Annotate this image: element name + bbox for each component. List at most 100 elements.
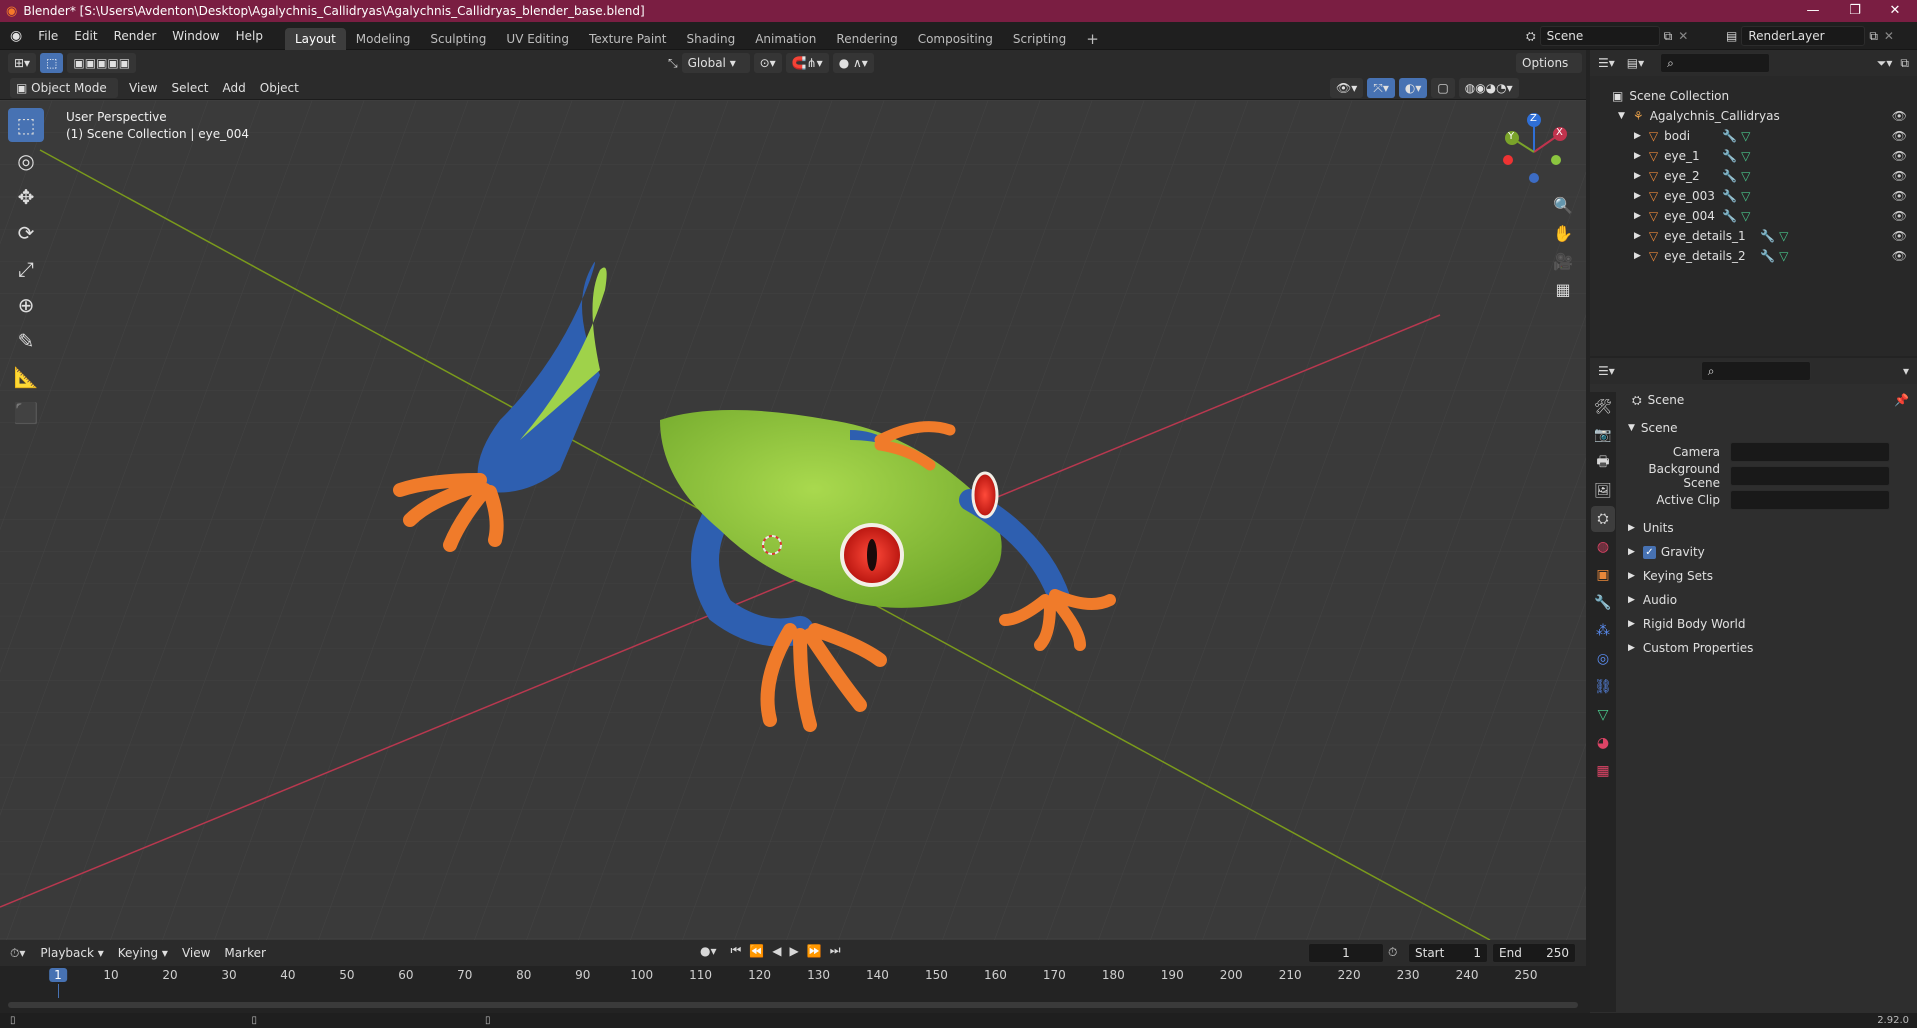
timeline-menu-marker[interactable]: Marker: [217, 941, 272, 965]
tab-shading[interactable]: Shading: [676, 28, 745, 50]
transform-orientation-select[interactable]: Global ▾: [681, 53, 750, 73]
prop-field-input[interactable]: [1730, 466, 1890, 486]
visibility-eye-icon[interactable]: 👁: [1892, 249, 1907, 263]
scene-name-field[interactable]: Scene: [1539, 26, 1660, 46]
pin-icon[interactable]: 📌: [1894, 393, 1909, 407]
annotate-tool-icon[interactable]: ✎: [8, 324, 44, 358]
tab-modeling[interactable]: Modeling: [346, 28, 421, 50]
select-box-icon[interactable]: ⬚: [40, 53, 64, 73]
modifier-icon[interactable]: 🔧: [1760, 249, 1775, 263]
record-icon[interactable]: ●▾: [700, 944, 717, 958]
scale-tool-icon[interactable]: ⤢: [8, 252, 44, 286]
add-cube-tool-icon[interactable]: ⬛: [8, 396, 44, 430]
viewport-menu-object[interactable]: Object: [253, 76, 306, 100]
section-keying-sets[interactable]: ▶ Keying Sets: [1622, 564, 1917, 588]
particles-tab-icon[interactable]: ⁂: [1591, 618, 1615, 644]
timeline-scrollbar[interactable]: [8, 1002, 1578, 1008]
proportional-edit-icon[interactable]: ● ∧▾: [832, 53, 874, 73]
mesh-data-icon[interactable]: ▽: [1741, 169, 1750, 183]
mesh-data-icon[interactable]: ▽: [1741, 209, 1750, 223]
outliner-scene-collection[interactable]: ▣ Scene Collection: [1590, 86, 1917, 106]
outliner-item-eye_003[interactable]: ▶ ▽ eye_003 🔧 ▽ 👁: [1590, 186, 1917, 206]
viewport-menu-view[interactable]: View: [122, 76, 164, 100]
expand-arrow-icon[interactable]: ▶: [1634, 251, 1641, 261]
navigation-gizmo[interactable]: Z X Y: [1494, 112, 1574, 192]
modifier-tab-icon[interactable]: 🔧: [1591, 590, 1615, 616]
tab-animation[interactable]: Animation: [745, 28, 826, 50]
measure-tool-icon[interactable]: 📐: [8, 360, 44, 394]
expand-arrow-icon[interactable]: ▶: [1634, 171, 1641, 181]
world-tab-icon[interactable]: ◍: [1591, 534, 1615, 560]
outliner-item-bodi[interactable]: ▶ ▽ bodi 🔧 ▽ 👁: [1590, 126, 1917, 146]
visibility-eye-icon[interactable]: 👁: [1892, 129, 1907, 143]
material-tab-icon[interactable]: ◕: [1591, 730, 1615, 756]
tab-layout[interactable]: Layout: [284, 27, 346, 50]
move-tool-icon[interactable]: ✥: [8, 180, 44, 214]
pivot-point-icon[interactable]: ⊙▾: [753, 53, 782, 73]
play-icon[interactable]: ▶: [790, 944, 799, 958]
constraints-tab-icon[interactable]: ⛓: [1591, 674, 1615, 700]
modifier-icon[interactable]: 🔧: [1722, 189, 1737, 203]
timeline-menu-keying[interactable]: Keying ▾: [111, 941, 175, 965]
mesh-data-icon[interactable]: ▽: [1779, 249, 1788, 263]
modifier-icon[interactable]: 🔧: [1722, 129, 1737, 143]
jump-end-icon[interactable]: ⏭: [830, 943, 841, 958]
object-tab-icon[interactable]: ▣: [1591, 562, 1615, 588]
prop-field-input[interactable]: [1730, 442, 1890, 462]
prop-field-input[interactable]: [1730, 490, 1890, 510]
output-tab-icon[interactable]: 🖶: [1591, 450, 1615, 476]
selection-modes-icon[interactable]: ▣▣▣▣▣: [67, 53, 137, 73]
options-dropdown[interactable]: Options ▾: [1516, 53, 1582, 90]
end-frame-field[interactable]: End 250: [1492, 943, 1576, 963]
outliner-item-eye_1[interactable]: ▶ ▽ eye_1 🔧 ▽ 👁: [1590, 146, 1917, 166]
display-mode-icon[interactable]: ▤▾: [1627, 56, 1644, 70]
gravity-checkbox[interactable]: ✓: [1642, 545, 1656, 559]
menu-help[interactable]: Help: [228, 22, 271, 50]
tab-sculpting[interactable]: Sculpting: [420, 28, 496, 50]
preview-range-icon[interactable]: ⏱: [1388, 945, 1397, 960]
timeline-menu-view[interactable]: View: [175, 941, 217, 965]
properties-editor-icon[interactable]: ☰▾: [1598, 364, 1615, 378]
maximize-button[interactable]: ❐: [1835, 0, 1875, 22]
camera-view-icon[interactable]: 🎥: [1550, 252, 1576, 280]
timeline-ruler[interactable]: 1 10 20 30 40 50 60 70 80 90 100 110 120 130 140 150 160…: [0, 968, 1586, 998]
section-audio[interactable]: ▶ Audio: [1622, 588, 1917, 612]
section-units[interactable]: ▶ Units: [1622, 516, 1917, 540]
outliner-item-eye_details_1[interactable]: ▶ ▽ eye_details_1 🔧 ▽ 👁: [1590, 226, 1917, 246]
data-tab-icon[interactable]: ▽: [1591, 702, 1615, 728]
modifier-icon[interactable]: 🔧: [1760, 229, 1775, 243]
properties-search-input[interactable]: ⌕: [1700, 361, 1811, 381]
expand-arrow-icon[interactable]: ▶: [1634, 151, 1641, 161]
scene-tab-icon[interactable]: ⛭: [1591, 506, 1615, 532]
remove-view-layer-icon[interactable]: ✕: [1884, 29, 1894, 43]
playhead-line[interactable]: [58, 984, 59, 998]
expand-arrow-icon[interactable]: ▶: [1634, 211, 1641, 221]
outliner-collection[interactable]: ▼ ⚘ Agalychnis_Callidryas 👁: [1590, 106, 1917, 126]
mesh-data-icon[interactable]: ▽: [1741, 189, 1750, 203]
mesh-data-icon[interactable]: ▽: [1741, 149, 1750, 163]
jump-start-icon[interactable]: ⏮: [731, 943, 742, 958]
physics-tab-icon[interactable]: ◎: [1591, 646, 1615, 672]
start-frame-field[interactable]: Start 1: [1408, 943, 1488, 963]
visibility-eye-icon[interactable]: 👁: [1892, 149, 1907, 163]
render-tab-icon[interactable]: 📷: [1591, 422, 1615, 448]
gizmo-toggle-icon[interactable]: ⤧▾: [1367, 78, 1395, 98]
mesh-data-icon[interactable]: ▽: [1779, 229, 1788, 243]
outliner-search-input[interactable]: ⌕: [1660, 53, 1771, 73]
section-rigid-body-world[interactable]: ▶ Rigid Body World: [1622, 612, 1917, 636]
minimize-button[interactable]: —: [1793, 0, 1833, 22]
select-tool-icon[interactable]: ⬚: [8, 108, 44, 142]
tool-tab-icon[interactable]: 🛠: [1591, 394, 1615, 420]
blender-menu-icon[interactable]: ◉: [0, 28, 30, 44]
new-collection-icon[interactable]: ⧉: [1900, 56, 1909, 71]
copy-scene-icon[interactable]: ⧉: [1664, 29, 1673, 44]
tab-texture-paint[interactable]: Texture Paint: [579, 28, 676, 50]
visibility-eye-icon[interactable]: 👁: [1892, 109, 1907, 123]
expand-arrow-icon[interactable]: ▶: [1634, 191, 1641, 201]
add-workspace-button[interactable]: +: [1076, 28, 1109, 50]
modifier-icon[interactable]: 🔧: [1722, 209, 1737, 223]
menu-window[interactable]: Window: [164, 22, 227, 50]
close-button[interactable]: ✕: [1875, 0, 1915, 22]
zoom-icon[interactable]: 🔍: [1550, 196, 1576, 224]
timeline-menu-playback[interactable]: Playback ▾: [33, 941, 110, 965]
